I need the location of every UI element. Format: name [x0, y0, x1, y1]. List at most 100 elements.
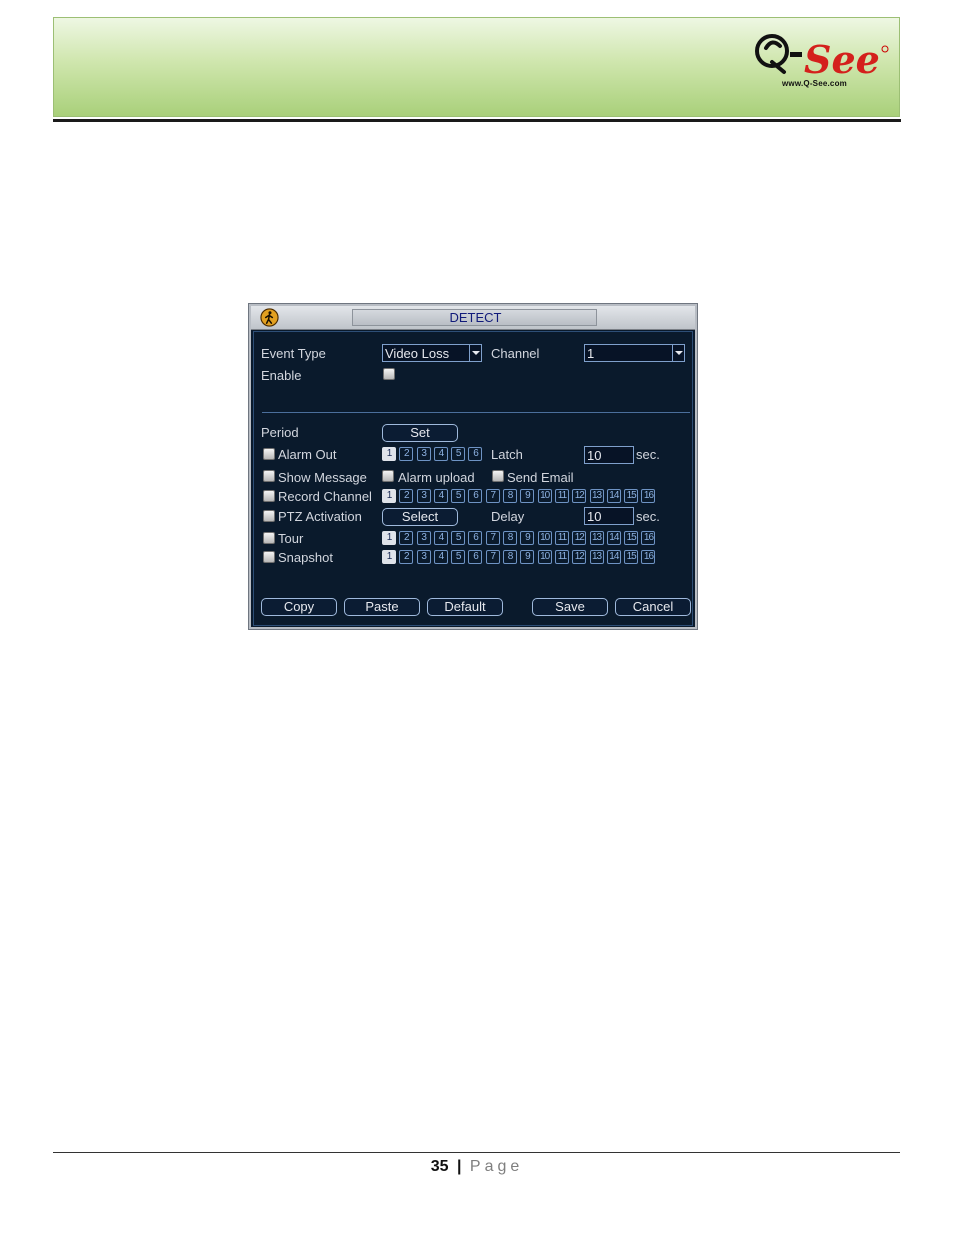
chevron-down-icon[interactable]: [672, 345, 684, 361]
number-box-4[interactable]: 4: [433, 550, 448, 564]
number-box-14[interactable]: 14: [606, 550, 621, 564]
number-box-12[interactable]: 12: [572, 550, 587, 564]
number-box-10[interactable]: 10: [537, 550, 552, 564]
number-box-5[interactable]: 5: [451, 550, 466, 564]
alarm-out-boxes: 123456: [382, 447, 486, 461]
number-box-6[interactable]: 6: [468, 550, 483, 564]
dialog-title: DETECT: [449, 310, 502, 325]
chevron-down-icon[interactable]: [469, 345, 481, 361]
number-box-4[interactable]: 4: [433, 447, 448, 461]
set-button[interactable]: Set: [382, 424, 458, 442]
snapshot-checkbox[interactable]: [263, 551, 275, 563]
show-message-label: Show Message: [278, 470, 367, 485]
number-box-10[interactable]: 10: [537, 531, 552, 545]
number-box-14[interactable]: 14: [606, 531, 621, 545]
alarm-out-checkbox[interactable]: [263, 448, 275, 460]
number-box-5[interactable]: 5: [451, 489, 466, 503]
number-box-12[interactable]: 12: [572, 531, 587, 545]
number-box-5[interactable]: 5: [451, 447, 466, 461]
number-box-9[interactable]: 9: [520, 531, 535, 545]
number-box-1[interactable]: 1: [382, 489, 396, 503]
tour-checkbox[interactable]: [263, 532, 275, 544]
number-box-2[interactable]: 2: [399, 447, 414, 461]
latch-input[interactable]: 10: [584, 446, 634, 464]
paste-button[interactable]: Paste: [344, 598, 420, 616]
tour-boxes: 1 2 3 4 5 6 7 8 9 10 11 12 13 14 15 16: [382, 531, 659, 545]
dialog-content: Event Type Video Loss Channel 1 Enable P…: [253, 331, 693, 626]
dialog-titlebar: DETECT: [251, 306, 695, 330]
number-box-1[interactable]: 1: [382, 531, 396, 545]
alarm-upload-checkbox[interactable]: [382, 470, 394, 482]
cancel-button[interactable]: Cancel: [615, 598, 691, 616]
select-button[interactable]: Select: [382, 508, 458, 526]
latch-unit: sec.: [636, 447, 660, 462]
number-box-7[interactable]: 7: [485, 489, 500, 503]
number-box-1[interactable]: 1: [382, 447, 396, 461]
period-label: Period: [261, 425, 299, 440]
channel-select[interactable]: 1: [584, 344, 685, 362]
show-message-checkbox[interactable]: [263, 470, 275, 482]
header-rule: [53, 119, 901, 122]
number-box-12[interactable]: 12: [572, 489, 587, 503]
copy-button[interactable]: Copy: [261, 598, 337, 616]
page-number: 35: [430, 1158, 449, 1175]
number-box-8[interactable]: 8: [503, 550, 518, 564]
number-box-2[interactable]: 2: [399, 531, 414, 545]
number-box-11[interactable]: 11: [554, 489, 569, 503]
logo-url: www.Q-See.com: [782, 79, 847, 88]
number-box-1[interactable]: 1: [382, 550, 396, 564]
number-box-13[interactable]: 13: [589, 531, 604, 545]
number-box-14[interactable]: 14: [606, 489, 621, 503]
delay-unit: sec.: [636, 509, 660, 524]
number-box-6[interactable]: 6: [468, 489, 483, 503]
number-box-3[interactable]: 3: [416, 489, 431, 503]
event-type-select[interactable]: Video Loss: [382, 344, 482, 362]
ptz-activation-checkbox[interactable]: [263, 510, 275, 522]
section-divider: [262, 412, 690, 413]
number-box-13[interactable]: 13: [589, 550, 604, 564]
number-box-15[interactable]: 15: [624, 550, 639, 564]
number-box-3[interactable]: 3: [416, 531, 431, 545]
number-box-9[interactable]: 9: [520, 489, 535, 503]
number-box-2[interactable]: 2: [399, 489, 414, 503]
number-box-3[interactable]: 3: [416, 447, 431, 461]
number-box-4[interactable]: 4: [433, 489, 448, 503]
number-box-8[interactable]: 8: [503, 531, 518, 545]
dialog-title-tab: DETECT: [352, 309, 597, 326]
walking-person-icon: [260, 308, 279, 327]
number-box-15[interactable]: 15: [624, 489, 639, 503]
number-box-2[interactable]: 2: [399, 550, 414, 564]
default-button[interactable]: Default: [427, 598, 503, 616]
number-box-10[interactable]: 10: [537, 489, 552, 503]
send-email-checkbox[interactable]: [492, 470, 504, 482]
number-box-5[interactable]: 5: [451, 531, 466, 545]
number-box-7[interactable]: 7: [485, 531, 500, 545]
record-channel-label: Record Channel: [278, 489, 372, 504]
delay-label: Delay: [491, 509, 525, 524]
number-box-7[interactable]: 7: [485, 550, 500, 564]
number-box-4[interactable]: 4: [433, 531, 448, 545]
channel-value: 1: [587, 346, 595, 361]
number-box-15[interactable]: 15: [624, 531, 639, 545]
number-box-8[interactable]: 8: [503, 489, 518, 503]
number-box-6[interactable]: 6: [468, 531, 483, 545]
save-button[interactable]: Save: [532, 598, 608, 616]
logo-wordmark: See: [804, 37, 880, 82]
number-box-16[interactable]: 16: [641, 550, 656, 564]
number-box-11[interactable]: 11: [554, 550, 569, 564]
number-box-3[interactable]: 3: [416, 550, 431, 564]
number-box-6[interactable]: 6: [468, 447, 483, 461]
number-box-16[interactable]: 16: [641, 489, 656, 503]
number-box-9[interactable]: 9: [520, 550, 535, 564]
alarm-out-label: Alarm Out: [278, 447, 337, 462]
ptz-activation-label: PTZ Activation: [278, 509, 362, 524]
number-box-11[interactable]: 11: [554, 531, 569, 545]
number-box-13[interactable]: 13: [589, 489, 604, 503]
number-box-16[interactable]: 16: [641, 531, 656, 545]
enable-checkbox[interactable]: [383, 368, 395, 380]
delay-input[interactable]: 10: [584, 507, 634, 525]
latch-value: 10: [587, 448, 602, 463]
record-channel-checkbox[interactable]: [263, 490, 275, 502]
tour-label: Tour: [278, 531, 304, 546]
record-channel-boxes: 1 2 3 4 5 6 7 8 9 10 11 12 13 14 15 16: [382, 489, 659, 503]
